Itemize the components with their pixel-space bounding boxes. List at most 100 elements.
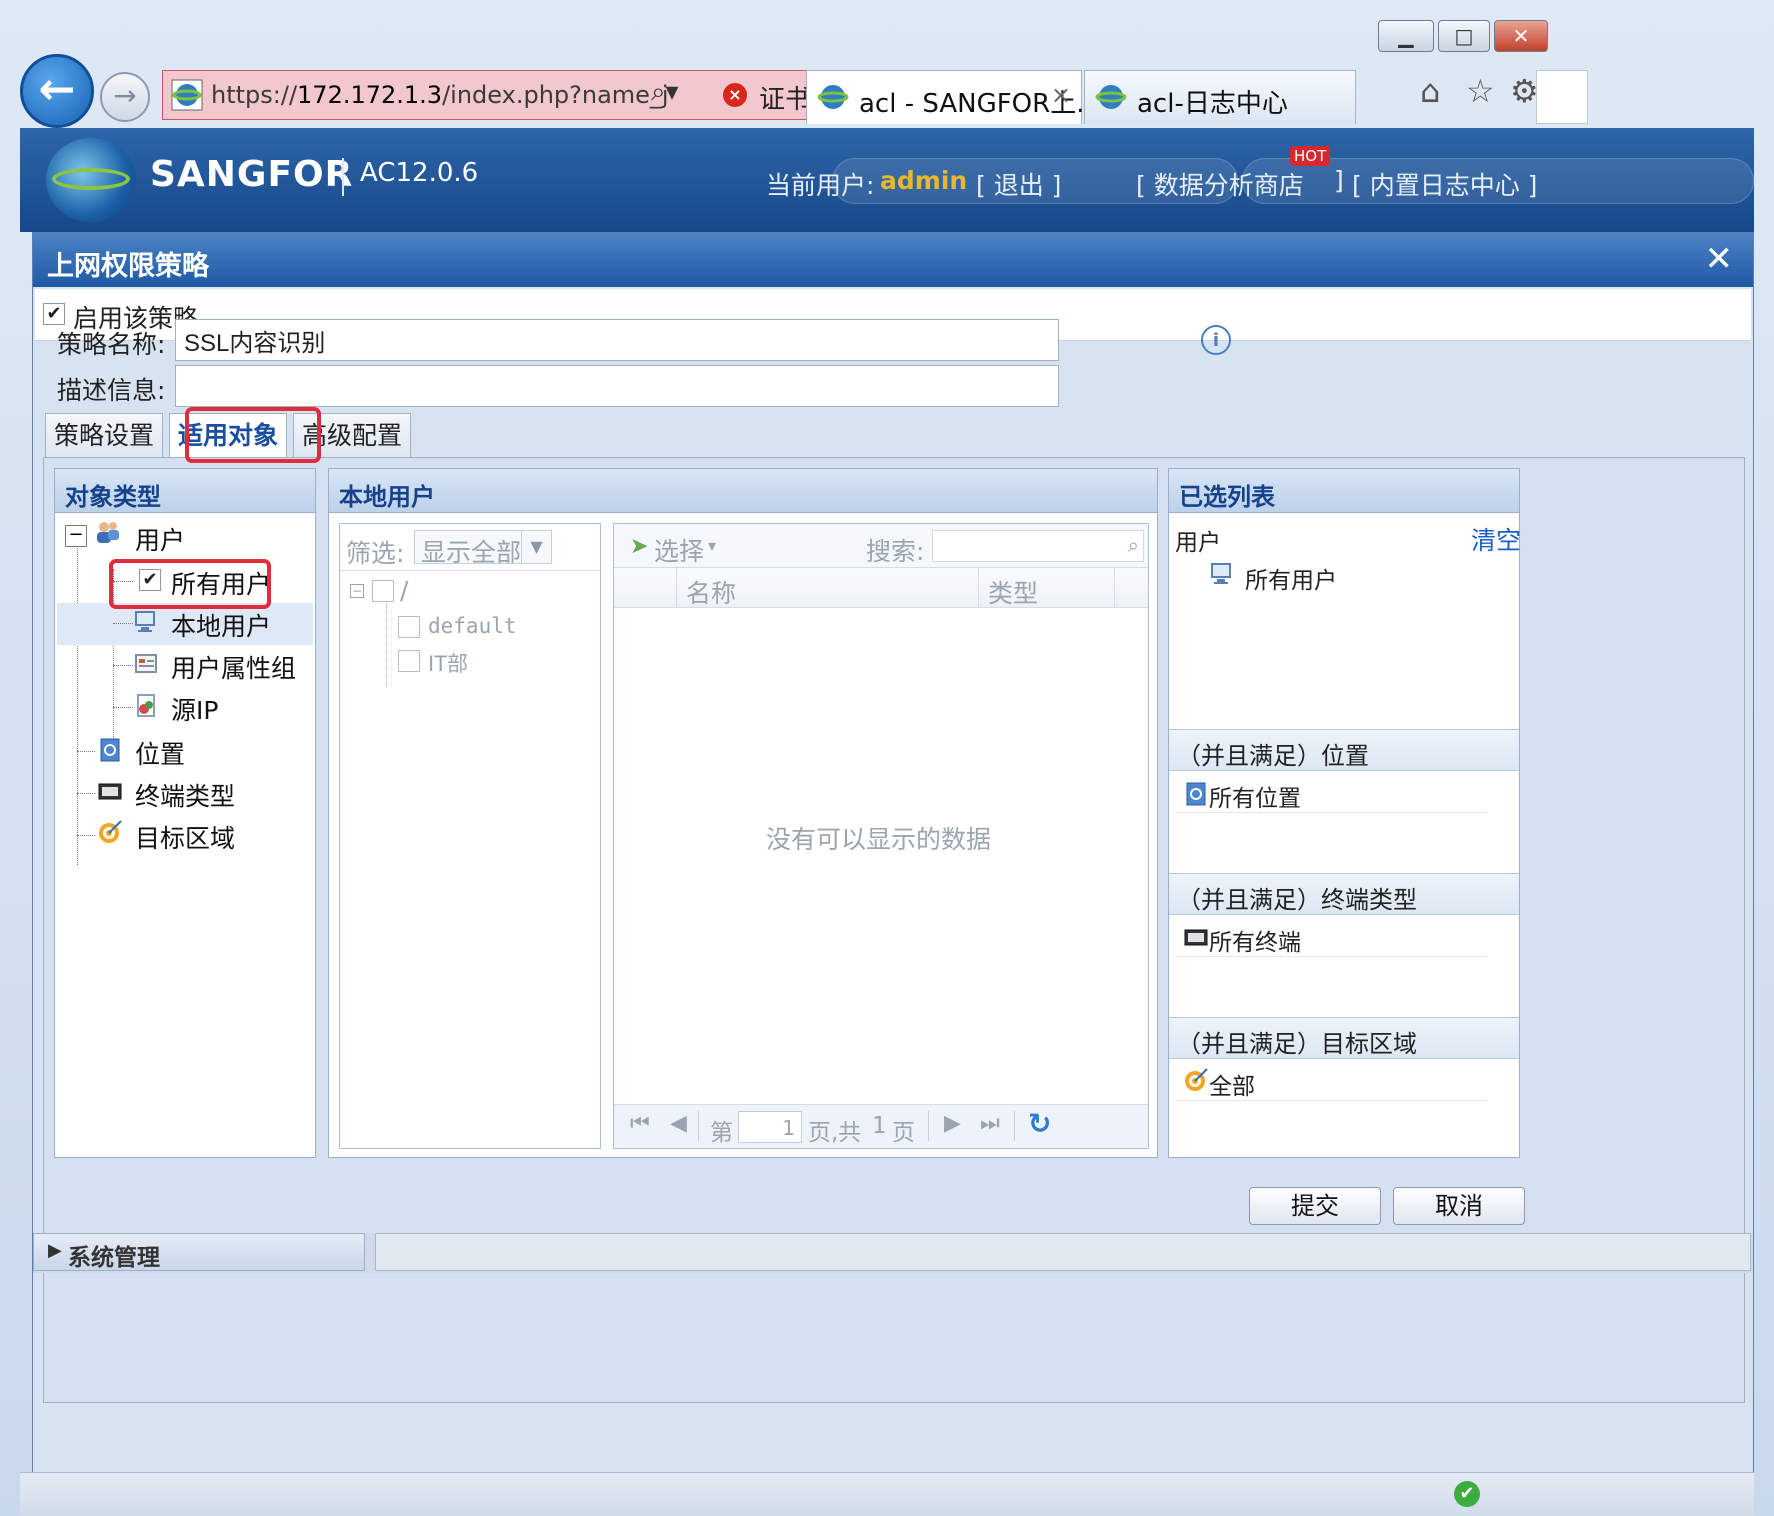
- page-number-input[interactable]: 1: [738, 1111, 802, 1143]
- col-sep: [1114, 568, 1115, 608]
- user-attribute-group-icon: [135, 654, 157, 673]
- next-page-icon[interactable]: ▶: [944, 1111, 961, 1136]
- page-label: 第: [710, 1120, 733, 1146]
- logout-link[interactable]: [ 退出 ]: [976, 166, 1061, 202]
- all-users-icon: [1211, 563, 1231, 584]
- terminal-icon: [1184, 929, 1208, 946]
- filter-select[interactable]: 显示全部 ▼: [414, 530, 552, 567]
- url-host: 172.172.1.3: [297, 81, 443, 109]
- description-input[interactable]: [176, 366, 1058, 406]
- tab-close-icon[interactable]: ×: [1051, 81, 1071, 109]
- home-icon[interactable]: ⌂: [1420, 72, 1440, 110]
- tree-branch: [113, 665, 133, 666]
- user-grid: ➤ 选择 ▾ 搜索: ⌕ 名称 类型 没有可以显示的数据 ⏮ ◀ 第 1 页,共…: [613, 523, 1149, 1149]
- prev-page-icon[interactable]: ◀: [670, 1111, 687, 1136]
- org-it-checkbox[interactable]: [398, 650, 420, 672]
- search-icon[interactable]: ⌕: [1128, 533, 1139, 557]
- chevron-down-icon[interactable]: ▼: [521, 531, 551, 563]
- page-number-value: 1: [782, 1116, 795, 1140]
- back-button[interactable]: ←: [20, 54, 94, 128]
- tree-branch: [77, 793, 95, 794]
- system-management-label: 系统管理: [68, 1245, 160, 1271]
- last-page-icon[interactable]: ⏭: [980, 1111, 1000, 1136]
- search-input[interactable]: ⌕: [932, 530, 1144, 562]
- selected-location-item[interactable]: 所有位置: [1209, 779, 1301, 813]
- description-field[interactable]: [175, 365, 1059, 407]
- applicable-objects-tab-highlight: [185, 407, 321, 463]
- target-area-icon: [99, 820, 122, 843]
- select-dropdown-icon[interactable]: ▾: [708, 536, 716, 555]
- object-type-panel: 对象类型 − 用户 ✔ 所有用户 本地用户 用户属性组 源IP 位置 终端类型 …: [54, 468, 316, 1158]
- selected-list-panel: 已选列表 用户 清空 所有用户 （并且满足）位置 所有位置 （并且满足）终端类型: [1168, 468, 1521, 1158]
- cert-error-icon[interactable]: ×: [723, 83, 747, 107]
- section-title-target-area: （并且满足）目标区域: [1169, 1017, 1519, 1059]
- data-store-bracket: ]: [1334, 166, 1344, 195]
- source-ip-icon: [137, 694, 155, 717]
- tree-item-terminal-type[interactable]: 终端类型: [135, 777, 235, 813]
- policy-name-input[interactable]: [176, 320, 1058, 360]
- forward-button[interactable]: →: [100, 72, 150, 122]
- address-search-icon[interactable]: ⌕▾: [651, 77, 679, 108]
- tree-branch: [113, 707, 133, 708]
- minimize-button[interactable]: ▁: [1378, 20, 1434, 52]
- column-name[interactable]: 名称: [686, 574, 736, 610]
- data-store-link[interactable]: [ 数据分析商店: [1136, 166, 1304, 202]
- tab-policy-settings[interactable]: 策略设置: [45, 413, 163, 459]
- target-area-icon: [1185, 1068, 1208, 1091]
- tree-item-user-attribute-group[interactable]: 用户属性组: [171, 649, 296, 685]
- status-ok-icon: ✔: [1454, 1481, 1480, 1507]
- url-path: /index.php?name_j: [442, 81, 669, 109]
- new-tab-button[interactable]: [1536, 70, 1588, 124]
- tab-acl-sangfor[interactable]: acl - SANGFOR上... ×: [806, 70, 1101, 124]
- maximize-button[interactable]: □: [1438, 20, 1490, 52]
- org-root-label: /: [400, 576, 409, 605]
- selected-terminal-item[interactable]: 所有终端: [1209, 923, 1301, 957]
- filter-select-value: 显示全部: [421, 538, 522, 567]
- address-bar[interactable]: https://172.172.1.3/index.php?name_j ⌕▾ …: [162, 70, 904, 120]
- enable-policy-checkbox[interactable]: ✔: [43, 303, 65, 325]
- pager-sep: [1014, 1111, 1015, 1141]
- org-default-label[interactable]: default: [428, 614, 517, 638]
- tree-item-location[interactable]: 位置: [135, 735, 185, 771]
- org-it-label[interactable]: IT部: [428, 648, 468, 678]
- system-management-menu[interactable]: ▶ 系统管理: [33, 1233, 365, 1271]
- page-suffix: 页: [892, 1120, 915, 1146]
- refresh-icon[interactable]: ↻: [1028, 1107, 1051, 1140]
- site-favicon-icon: [171, 79, 203, 111]
- window-close-button[interactable]: ✕: [1494, 20, 1548, 52]
- dialog-close-icon[interactable]: ✕: [1705, 239, 1734, 279]
- search-label: 搜索:: [866, 537, 925, 566]
- brand-name: SANGFOR: [150, 154, 354, 195]
- policy-name-field[interactable]: [175, 319, 1059, 361]
- collapse-root-toggle[interactable]: −: [350, 584, 364, 598]
- submit-button[interactable]: 提交: [1249, 1187, 1381, 1225]
- settings-gear-icon[interactable]: ⚙: [1510, 72, 1539, 110]
- tab-acl-log-center[interactable]: acl-日志中心: [1084, 70, 1356, 124]
- info-icon[interactable]: i: [1201, 325, 1231, 355]
- first-page-icon[interactable]: ⏮: [630, 1111, 650, 1136]
- tree-line: [77, 545, 78, 865]
- tree-item-local-users[interactable]: 本地用户: [171, 607, 271, 643]
- cancel-button[interactable]: 取消: [1393, 1187, 1525, 1225]
- browser-window: ▁ □ ✕ ← → https://172.172.1.3/index.php?…: [0, 0, 1774, 1516]
- clear-link[interactable]: 清空: [1471, 521, 1521, 557]
- org-default-checkbox[interactable]: [398, 616, 420, 638]
- select-cursor-icon: ➤: [630, 534, 649, 559]
- all-users-highlight-box: [109, 559, 271, 609]
- favorites-star-icon[interactable]: ☆: [1466, 72, 1495, 110]
- selected-target-area-item[interactable]: 全部: [1209, 1067, 1255, 1101]
- select-button[interactable]: 选择: [654, 532, 704, 568]
- collapse-user-toggle[interactable]: −: [65, 525, 87, 547]
- column-type[interactable]: 类型: [988, 574, 1038, 610]
- dialog-title-bar[interactable]: 上网权限策略 ✕: [33, 233, 1753, 287]
- tree-item-source-ip[interactable]: 源IP: [171, 691, 218, 727]
- tree-branch: [113, 623, 133, 624]
- selected-user-item[interactable]: 所有用户: [1245, 561, 1337, 595]
- tree-item-target-area[interactable]: 目标区域: [135, 819, 235, 855]
- pager-sep: [698, 1111, 699, 1141]
- log-center-link[interactable]: [ 内置日志中心 ]: [1352, 166, 1537, 202]
- url-text[interactable]: https://172.172.1.3/index.php?name_j: [211, 81, 669, 109]
- app-header: SANGFOR AC12.0.6 当前用户: admin [ 退出 ] [ 数据…: [20, 128, 1754, 232]
- tree-item-user[interactable]: 用户: [135, 521, 185, 557]
- org-root-checkbox[interactable]: [372, 580, 394, 602]
